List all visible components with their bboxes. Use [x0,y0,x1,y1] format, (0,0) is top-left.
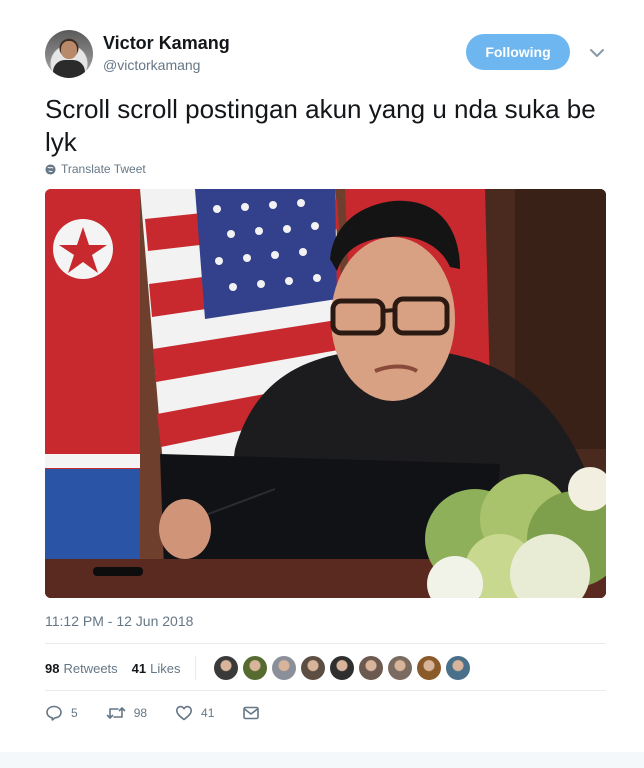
photo-illustration [45,189,606,598]
liker-avatar[interactable] [329,656,354,680]
like-action[interactable]: 41 [175,704,214,722]
envelope-icon [243,706,260,720]
retweets-count: 98 [45,660,60,676]
likes-stat[interactable]: 41 Likes [132,661,181,676]
tweet-text: Scroll scroll postingan akun yang u nda … [45,94,596,157]
avatar-body [53,60,85,78]
likes-label: Likes [150,660,181,676]
divider-bottom [45,690,606,691]
retweet-count: 98 [133,706,148,720]
translate-tweet-link[interactable]: Translate Tweet [45,162,146,176]
liker-avatar[interactable] [416,656,441,680]
liker-avatar[interactable] [300,656,325,680]
reply-count: 5 [71,706,78,720]
divider-top [45,643,606,644]
tweet-timestamp[interactable]: 11:12 PM - 12 Jun 2018 [45,613,193,629]
reply-action[interactable]: 5 [45,704,78,722]
author-handle[interactable]: @victorkamang [103,57,200,73]
bottom-band [0,752,644,768]
direct-message-action[interactable] [242,704,268,722]
retweets-stat[interactable]: 98 Retweets [45,661,118,676]
liker-avatar[interactable] [271,656,296,680]
retweet-icon [106,707,125,719]
avatar-face [61,41,77,59]
heart-icon [176,705,193,721]
liker-avatar[interactable] [242,656,267,680]
liker-avatar[interactable] [387,656,412,680]
reply-icon [46,705,62,721]
author-name[interactable]: Victor Kamang [103,33,230,54]
stats-separator [194,656,196,680]
translate-label: Translate Tweet [61,162,146,176]
retweets-label: Retweets [63,660,118,676]
tweet-actions: 5 98 41 [45,704,296,722]
likes-count: 41 [131,660,147,676]
chevron-down-icon[interactable] [588,44,606,62]
liker-avatars [213,656,470,680]
retweet-action[interactable]: 98 [106,704,147,722]
tweet-card: Victor Kamang @victorkamang Following Sc… [0,0,644,768]
liker-avatar[interactable] [445,656,470,680]
tweet-photo[interactable] [45,189,606,598]
liker-avatar[interactable] [213,656,238,680]
author-avatar[interactable] [45,30,93,78]
liker-avatar[interactable] [358,656,383,680]
following-button[interactable]: Following [466,34,570,70]
globe-icon [45,163,56,175]
like-count: 41 [201,706,215,720]
engagement-stats: 98 Retweets 41 Likes [45,656,470,680]
